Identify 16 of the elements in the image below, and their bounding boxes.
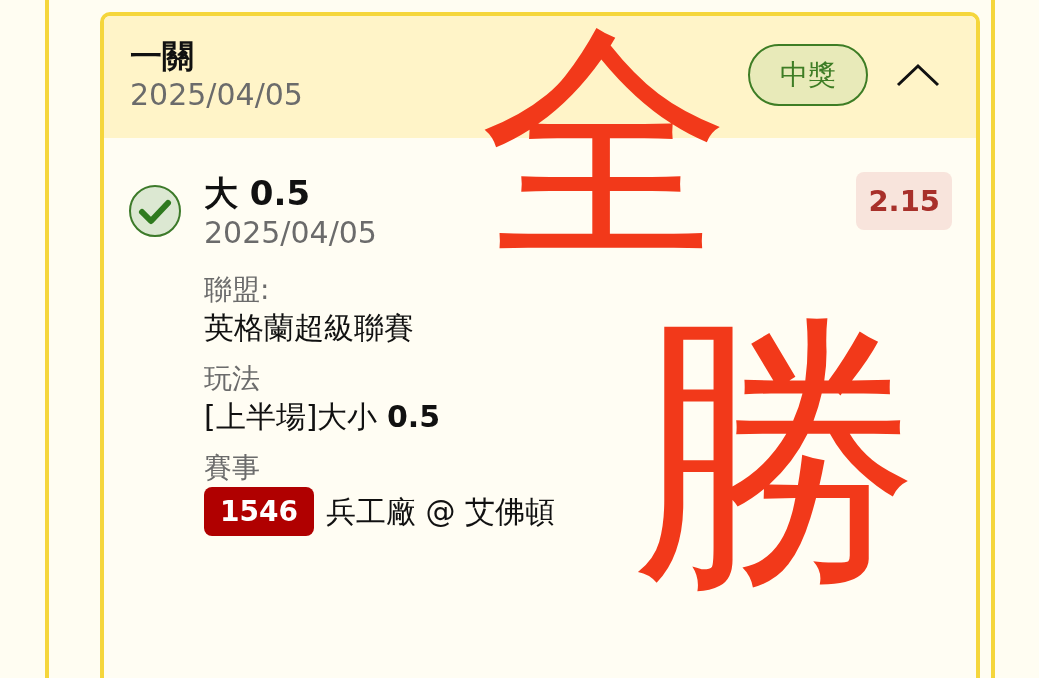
match-id-badge: 1546 <box>204 486 314 536</box>
odds-badge: 2.15 <box>856 171 952 230</box>
card-title: 一關 <box>130 36 195 76</box>
collapse-icon[interactable] <box>896 62 940 87</box>
field-label: 玩法 <box>204 360 261 397</box>
handwritten-character: 勝 <box>630 310 920 600</box>
field-label: 賽事 <box>204 450 261 487</box>
status-badge: 中獎 <box>748 43 868 106</box>
selection-name: 大 0.5 <box>204 171 312 214</box>
selection-date: 2025/04/05 <box>204 214 377 252</box>
field-value: 兵工廠 @ 艾佛頓 <box>325 492 555 531</box>
field-label: 聯盟: <box>204 271 271 308</box>
field-value: 英格蘭超級聯賽 <box>204 308 414 347</box>
field-value: [上半場]大小 0.5 <box>204 398 441 437</box>
card-date: 2025/04/05 <box>130 76 304 114</box>
handwritten-character: 全 <box>480 20 730 270</box>
